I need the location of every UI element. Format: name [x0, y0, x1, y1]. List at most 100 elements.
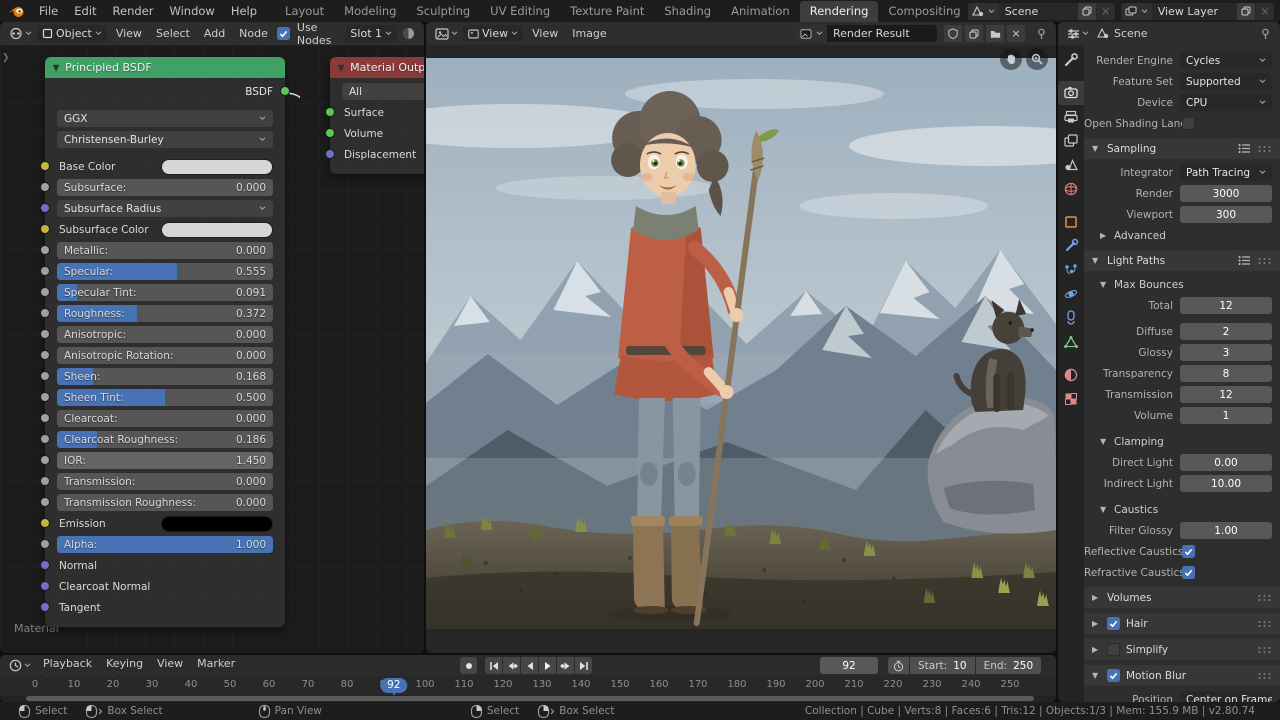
socket-green[interactable] — [325, 128, 335, 138]
panel-header-simplify[interactable]: ▶Simplify — [1084, 639, 1280, 660]
node-row-transmission-roughness[interactable]: Transmission Roughness:0.000 — [57, 493, 273, 512]
node-row-emission[interactable]: Emission — [57, 514, 273, 533]
disclosure-arrow-icon[interactable]: ▼ — [1100, 505, 1109, 514]
node-row-sheen[interactable]: Sheen:0.168 — [57, 367, 273, 386]
preset-menu-icon[interactable] — [1238, 143, 1251, 154]
new-view-layer-button[interactable] — [1237, 3, 1255, 20]
pin-icon[interactable] — [1257, 28, 1274, 40]
node-row-subsurface[interactable]: Subsurface:0.000 — [57, 178, 273, 197]
subpanel-header-clamping[interactable]: ▼Clamping — [1084, 432, 1280, 451]
number-field-indirect-light[interactable]: 10.00 — [1180, 475, 1272, 492]
number-field-render[interactable]: 3000 — [1180, 185, 1272, 202]
checkbox-checked[interactable] — [1107, 617, 1120, 630]
material-slot-select[interactable]: Slot 1 — [345, 25, 397, 42]
play-button[interactable] — [539, 657, 556, 674]
image-name[interactable]: Render Result — [827, 25, 937, 42]
duplicate-image-button[interactable] — [965, 25, 983, 42]
scrollbar-thumb[interactable] — [26, 696, 1034, 701]
material-output-node[interactable]: ▼Material OutputAllSurfaceVolumeDisplace… — [330, 57, 424, 174]
playhead-badge[interactable]: 92 — [380, 678, 407, 693]
collapse-arrow-icon[interactable]: ▼ — [338, 63, 344, 72]
properties-tab-tool[interactable] — [1058, 48, 1084, 72]
properties-tab-texture[interactable] — [1058, 387, 1084, 411]
panel-header-hair[interactable]: ▶Hair — [1084, 613, 1280, 634]
properties-tab-world[interactable] — [1058, 177, 1084, 201]
material-preview-sphere-icon[interactable] — [399, 27, 418, 40]
delete-scene-button[interactable]: × — [1097, 3, 1115, 20]
socket-gray[interactable] — [40, 413, 50, 423]
socket-gray[interactable] — [40, 455, 50, 465]
use-nodes-checkbox[interactable] — [277, 27, 290, 40]
socket-yellow[interactable] — [40, 161, 50, 171]
editor-type-image-button[interactable] — [432, 28, 461, 40]
disclosure-arrow-icon[interactable]: ▶ — [1092, 645, 1101, 654]
disclosure-arrow-icon[interactable]: ▶ — [1092, 593, 1101, 602]
socket-yellow[interactable] — [40, 518, 50, 528]
disclosure-arrow-icon[interactable]: ▶ — [1100, 231, 1109, 240]
socket-gray[interactable] — [40, 350, 50, 360]
node-header[interactable]: ▼Material Output — [330, 57, 424, 78]
shader-menu-view[interactable]: View — [109, 22, 149, 45]
subpanel-header-caustics[interactable]: ▼Caustics — [1084, 500, 1280, 519]
node-row-surface[interactable]: Surface — [342, 103, 424, 122]
shader-node-canvas[interactable]: ❯ Material ▼Principled BSDFBSDFGGXChrist… — [0, 45, 424, 653]
preset-menu-icon[interactable] — [1238, 255, 1251, 266]
socket-gray[interactable] — [40, 308, 50, 318]
node-row-tangent[interactable]: Tangent — [57, 598, 273, 617]
editor-type-properties-button[interactable] — [1064, 28, 1092, 40]
panel-header-motion-blur[interactable]: ▼Motion Blur — [1084, 665, 1280, 686]
view-layer-selector[interactable]: View Layer × — [1121, 3, 1274, 20]
node-row-specular[interactable]: Specular:0.555 — [57, 262, 273, 281]
panel-header-light-paths[interactable]: ▼Light Paths — [1084, 250, 1280, 271]
drag-grip-icon[interactable] — [1257, 594, 1272, 602]
fake-user-shield-button[interactable] — [944, 25, 962, 42]
node-row-normal[interactable]: Normal — [57, 556, 273, 575]
properties-tab-render[interactable] — [1058, 81, 1084, 105]
node-row-anisotropic-rotation[interactable]: Anisotropic Rotation:0.000 — [57, 346, 273, 365]
disclosure-arrow-icon[interactable]: ▼ — [1092, 256, 1101, 265]
checkbox-checked[interactable] — [1182, 566, 1195, 579]
shader-mode-select[interactable]: Object — [37, 25, 107, 42]
node-row-subsurface-color[interactable]: Subsurface Color — [57, 220, 273, 239]
next-keyframe-button[interactable] — [557, 657, 574, 674]
current-frame-field[interactable]: 92 — [820, 657, 878, 674]
socket-gray[interactable] — [40, 497, 50, 507]
checkbox-unchecked[interactable] — [1182, 117, 1195, 130]
socket-gray[interactable] — [40, 434, 50, 444]
disclosure-arrow-icon[interactable]: ▼ — [1100, 280, 1109, 289]
workspace-tab-compositing[interactable]: Compositing — [878, 1, 961, 22]
workspace-tab-animation[interactable]: Animation — [721, 1, 800, 22]
socket-green[interactable] — [280, 86, 290, 96]
socket-yellow[interactable] — [40, 224, 50, 234]
disclosure-arrow-icon[interactable]: ▶ — [1092, 619, 1101, 628]
properties-tab-scene[interactable] — [1058, 153, 1084, 177]
number-field-total[interactable]: 12 — [1180, 297, 1272, 314]
use-preview-range-button[interactable] — [888, 657, 909, 674]
workspace-tab-uv-editing[interactable]: UV Editing — [480, 1, 560, 22]
socket-gray[interactable] — [40, 371, 50, 381]
socket-purple[interactable] — [325, 149, 335, 159]
shader-menu-node[interactable]: Node — [232, 22, 275, 45]
number-field-filter-glossy[interactable]: 1.00 — [1180, 522, 1272, 539]
socket-gray[interactable] — [40, 287, 50, 297]
frame-end-field[interactable]: End:250 — [976, 657, 1042, 674]
collapse-arrow-icon[interactable]: ▼ — [53, 63, 59, 72]
socket-gray[interactable] — [40, 476, 50, 486]
properties-tab-output[interactable] — [1058, 105, 1084, 129]
node-row-clearcoat-roughness[interactable]: Clearcoat Roughness:0.186 — [57, 430, 273, 449]
number-field-viewport[interactable]: 300 — [1180, 206, 1272, 223]
number-field-transmission[interactable]: 12 — [1180, 386, 1272, 403]
menu-file[interactable]: File — [31, 0, 66, 22]
properties-tab-modifiers[interactable] — [1058, 234, 1084, 258]
menu-window[interactable]: Window — [161, 0, 222, 22]
drag-grip-icon[interactable] — [1257, 620, 1272, 628]
node-row-anisotropic[interactable]: Anisotropic:0.000 — [57, 325, 273, 344]
jump-to-start-button[interactable] — [485, 657, 502, 674]
menu-render[interactable]: Render — [105, 0, 162, 22]
node-row-sheen-tint[interactable]: Sheen Tint:0.500 — [57, 388, 273, 407]
node-row-subsurface-radius[interactable]: Subsurface Radius — [57, 199, 273, 218]
previous-keyframe-button[interactable] — [503, 657, 520, 674]
node-row-transmission[interactable]: Transmission:0.000 — [57, 472, 273, 491]
disclosure-arrow-icon[interactable]: ▼ — [1100, 437, 1109, 446]
properties-tab-physics[interactable] — [1058, 282, 1084, 306]
